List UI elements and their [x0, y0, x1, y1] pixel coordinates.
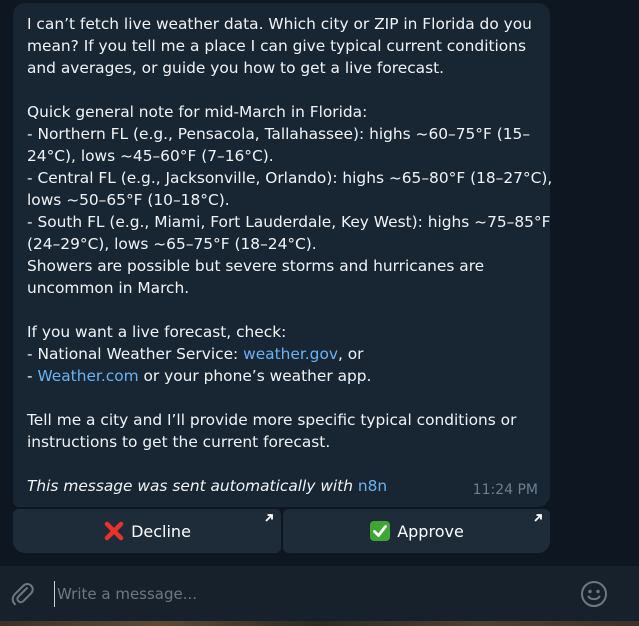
message-bubble: I can’t fetch live weather data. Which c… — [13, 3, 553, 507]
message-line: If you want a live forecast, check: — [27, 323, 287, 341]
message-line: - South FL (e.g., Miami, Fort Lauderdale… — [27, 213, 551, 231]
message-line: and averages, or guide you how to get a … — [27, 59, 445, 77]
message-line: - Central FL (e.g., Jacksonville, Orland… — [27, 169, 553, 187]
message-line: Showers are possible but severe storms a… — [27, 257, 485, 275]
message-line: Tell me a city and I’ll provide more spe… — [27, 411, 517, 429]
arrow-up-right-icon — [265, 514, 273, 522]
message-line: - Northern FL (e.g., Pensacola, Tallahas… — [27, 125, 531, 143]
message-line: instructions to get the current forecast… — [27, 433, 331, 451]
nws-suffix: , or — [337, 345, 364, 363]
message-composer — [0, 566, 639, 621]
wc-prefix: - — [27, 367, 38, 385]
message-footer: This message was sent automatically with… — [27, 475, 536, 497]
paperclip-icon[interactable] — [10, 581, 36, 607]
weather-gov-link[interactable]: weather.gov — [243, 345, 338, 363]
message-input[interactable] — [54, 581, 557, 607]
arrow-up-right-icon — [534, 514, 542, 522]
smile-icon[interactable] — [580, 580, 608, 608]
check-mark-button-icon — [369, 520, 391, 542]
n8n-link[interactable]: n8n — [358, 477, 387, 495]
footer-text: This message was sent automatically with — [27, 477, 358, 495]
message-line-nws: - National Weather Service: weather.gov,… — [27, 343, 536, 365]
weather-com-link[interactable]: Weather.com — [37, 367, 138, 385]
message-line-weathercom: - Weather.com or your phone’s weather ap… — [27, 365, 536, 387]
approve-button[interactable]: Approve — [283, 509, 550, 553]
message-line: mean? If you tell me a place I can give … — [27, 37, 526, 55]
message-line: Quick general note for mid-March in Flor… — [27, 103, 368, 121]
message-line: lows ~50–65°F (10–18°C). — [27, 191, 230, 209]
approve-label: Approve — [397, 521, 464, 541]
message-line: I can’t fetch live weather data. Which c… — [27, 15, 532, 33]
message-line: 24°C), lows ~45–60°F (7–16°C). — [27, 147, 274, 165]
wc-suffix: or your phone’s weather app. — [138, 367, 372, 385]
message-line: uncommon in March. — [27, 279, 190, 297]
message-line: (24–29°C), lows ~65–75°F (18–24°C). — [27, 235, 317, 253]
decline-label: Decline — [131, 521, 191, 541]
chat-area: I can’t fetch live weather data. Which c… — [0, 0, 639, 566]
cross-mark-icon — [103, 520, 125, 542]
message-timestamp: 11:24 PM — [472, 482, 538, 498]
nws-prefix: - National Weather Service: — [27, 345, 244, 363]
background-strip — [0, 621, 639, 626]
decline-button[interactable]: Decline — [13, 509, 281, 553]
